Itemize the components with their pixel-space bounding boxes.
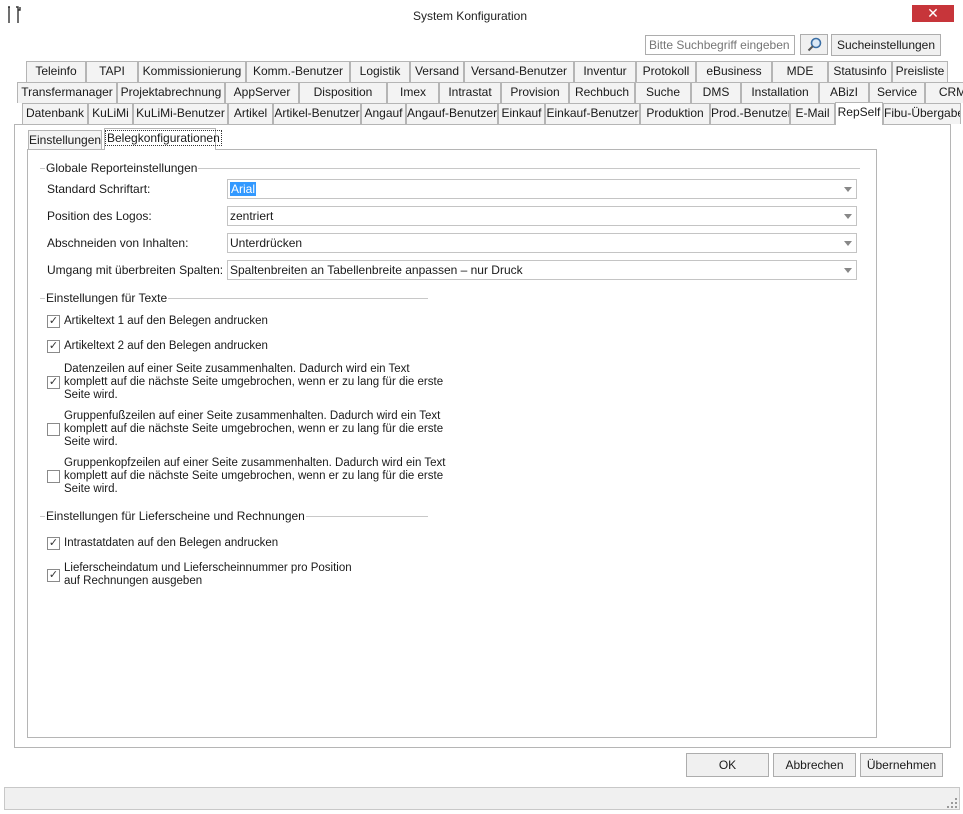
clip-content-value: Unterdrücken bbox=[230, 236, 303, 250]
checkbox[interactable]: ✓ bbox=[47, 340, 60, 353]
font-value: Arial bbox=[230, 182, 257, 196]
checkbox-label: Artikeltext 1 auf den Belegen andrucken bbox=[64, 315, 268, 327]
tab-produktion[interactable]: Produktion bbox=[640, 103, 710, 124]
chevron-down-icon bbox=[844, 241, 852, 246]
tab-versand[interactable]: Versand bbox=[410, 61, 464, 82]
subtab-belegkonfigurationen[interactable]: Belegkonfigurationen bbox=[104, 128, 222, 150]
tab-rechbuch[interactable]: Rechbuch bbox=[569, 82, 635, 103]
tab-kulimi-benutzer[interactable]: KuLiMi-Benutzer bbox=[133, 103, 228, 124]
tab-projektabrechnung[interactable]: Projektabrechnung bbox=[117, 82, 225, 103]
resize-grip-icon[interactable] bbox=[944, 795, 958, 809]
checkbox-label: Gruppenfußzeilen auf einer Seite zusamme… bbox=[64, 410, 441, 422]
tab-disposition[interactable]: Disposition bbox=[299, 82, 387, 103]
subtab-einstellungen[interactable]: Einstellungen bbox=[28, 130, 102, 150]
checkbox-label: komplett auf die nächste Seite umgebroch… bbox=[64, 376, 444, 388]
tab-ebusiness[interactable]: eBusiness bbox=[696, 61, 772, 82]
tab-artikel[interactable]: Artikel bbox=[228, 103, 273, 124]
cancel-button[interactable]: Abbrechen bbox=[773, 753, 856, 777]
apply-button[interactable]: Übernehmen bbox=[860, 753, 943, 777]
checkbox-label: auf Rechnungen ausgeben bbox=[64, 575, 203, 587]
checkbox[interactable]: ✓ bbox=[47, 537, 60, 550]
tab-einkauf[interactable]: Einkauf bbox=[498, 103, 545, 124]
tab-versand-benutzer[interactable]: Versand-Benutzer bbox=[464, 61, 574, 82]
group-title-global: Globale Reporteinstellungen bbox=[45, 161, 199, 175]
checkbox-label: Gruppenkopfzeilen auf einer Seite zusamm… bbox=[64, 457, 446, 469]
chevron-down-icon bbox=[844, 268, 852, 273]
tab-installation[interactable]: Installation bbox=[741, 82, 819, 103]
checkbox[interactable]: ✓ bbox=[47, 315, 60, 328]
tab-komm-benutzer[interactable]: Komm.-Benutzer bbox=[246, 61, 350, 82]
tab-datenbank[interactable]: Datenbank bbox=[22, 103, 88, 124]
tab-logistik[interactable]: Logistik bbox=[350, 61, 410, 82]
group-title-texts: Einstellungen für Texte bbox=[45, 291, 169, 305]
tab-imex[interactable]: Imex bbox=[387, 82, 439, 103]
chevron-down-icon bbox=[844, 187, 852, 192]
checkbox-label: komplett auf die nächste Seite umgebroch… bbox=[64, 470, 444, 482]
tab-statusinfo[interactable]: Statusinfo bbox=[828, 61, 892, 82]
tab-dms[interactable]: DMS bbox=[691, 82, 741, 103]
tab-mde[interactable]: MDE bbox=[772, 61, 828, 82]
subtab-label: Belegkonfigurationen bbox=[105, 130, 222, 146]
tab-einkauf-benutzer[interactable]: Einkauf-Benutzer bbox=[545, 103, 640, 124]
logo-position-value: zentriert bbox=[230, 209, 274, 223]
font-label: Standard Schriftart: bbox=[47, 182, 151, 196]
tab-angauf-benutzer[interactable]: Angauf-Benutzer bbox=[406, 103, 498, 124]
checkbox-label: Lieferscheindatum und Lieferscheinnummer… bbox=[64, 562, 352, 574]
tab-repself[interactable]: RepSelf bbox=[835, 102, 883, 125]
search-input[interactable] bbox=[645, 35, 795, 55]
logo-position-label: Position des Logos: bbox=[47, 209, 152, 223]
close-button[interactable]: ✕ bbox=[912, 5, 954, 22]
status-bar bbox=[4, 787, 960, 810]
wide-columns-select[interactable]: Spaltenbreiten an Tabellenbreite anpasse… bbox=[227, 260, 857, 280]
tab-inventur[interactable]: Inventur bbox=[574, 61, 636, 82]
window-title: System Konfiguration bbox=[412, 9, 528, 23]
clip-content-select[interactable]: Unterdrücken bbox=[227, 233, 857, 253]
clip-content-label: Abschneiden von Inhalten: bbox=[47, 236, 189, 250]
tab-crm[interactable]: CRM bbox=[925, 82, 963, 103]
tab-protokoll[interactable]: Protokoll bbox=[636, 61, 696, 82]
tab-preisliste[interactable]: Preisliste bbox=[892, 61, 948, 82]
checkbox[interactable] bbox=[47, 470, 60, 483]
checkbox[interactable]: ✓ bbox=[47, 569, 60, 582]
tab-intrastat[interactable]: Intrastat bbox=[439, 82, 501, 103]
font-select[interactable]: Arial bbox=[227, 179, 857, 199]
logo-position-select[interactable]: zentriert bbox=[227, 206, 857, 226]
tab-transfermanager[interactable]: Transfermanager bbox=[17, 82, 117, 103]
tab-prod-benutzer[interactable]: Prod.-Benutzer bbox=[710, 103, 790, 124]
wide-columns-label: Umgang mit überbreiten Spalten: bbox=[47, 263, 224, 277]
tab-fibu-übergabe[interactable]: Fibu-Übergabe bbox=[883, 103, 961, 124]
checkbox[interactable] bbox=[47, 423, 60, 436]
wide-columns-value: Spaltenbreiten an Tabellenbreite anpasse… bbox=[230, 263, 523, 277]
magnifier-icon bbox=[807, 37, 822, 52]
tab-appserver[interactable]: AppServer bbox=[225, 82, 299, 103]
checkbox-label: komplett auf die nächste Seite umgebroch… bbox=[64, 423, 444, 435]
tab-kommissionierung[interactable]: Kommissionierung bbox=[138, 61, 246, 82]
tab-angauf[interactable]: Angauf bbox=[361, 103, 406, 124]
subtab-label: Einstellungen bbox=[29, 133, 102, 147]
tab-kulimi[interactable]: KuLiMi bbox=[88, 103, 133, 124]
search-button[interactable] bbox=[800, 34, 828, 55]
checkbox-label: Datenzeilen auf einer Seite zusammenhalt… bbox=[64, 363, 410, 375]
tab-e-mail[interactable]: E-Mail bbox=[790, 103, 835, 124]
checkbox-label: Intrastatdaten auf den Belegen andrucken bbox=[64, 537, 279, 549]
tab-suche[interactable]: Suche bbox=[635, 82, 691, 103]
tab-tapi[interactable]: TAPI bbox=[86, 61, 138, 82]
checkbox-label: Seite wird. bbox=[64, 389, 118, 401]
checkbox[interactable]: ✓ bbox=[47, 376, 60, 389]
search-settings-button[interactable]: Sucheinstellungen bbox=[831, 34, 941, 56]
tab-provision[interactable]: Provision bbox=[501, 82, 569, 103]
checkbox-label: Seite wird. bbox=[64, 436, 118, 448]
tab-service[interactable]: Service bbox=[869, 82, 925, 103]
checkbox-label: Artikeltext 2 auf den Belegen andrucken bbox=[64, 340, 268, 352]
chevron-down-icon bbox=[844, 214, 852, 219]
ok-button[interactable]: OK bbox=[686, 753, 769, 777]
tab-teleinfo[interactable]: Teleinfo bbox=[26, 61, 86, 82]
tab-abizi[interactable]: ABizI bbox=[819, 82, 869, 103]
tab-artikel-benutzer[interactable]: Artikel-Benutzer bbox=[273, 103, 361, 124]
checkbox-label: Seite wird. bbox=[64, 483, 118, 495]
group-title-delivery: Einstellungen für Lieferscheine und Rech… bbox=[45, 509, 306, 523]
